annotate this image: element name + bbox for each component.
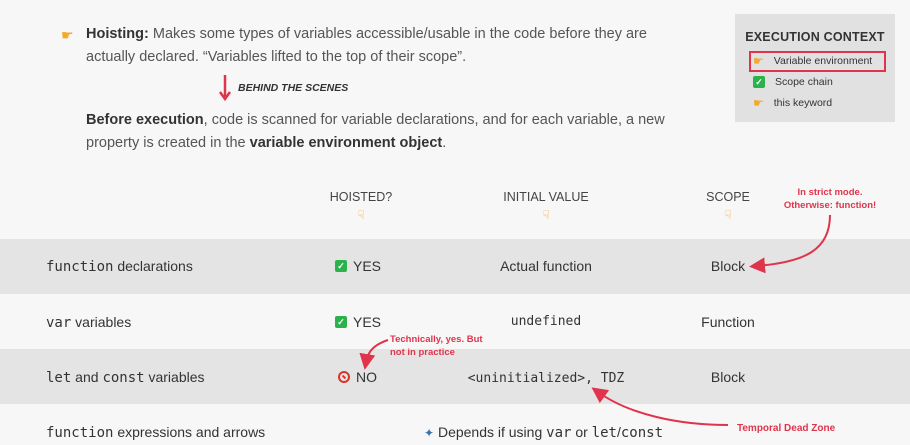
annotation-arrows <box>359 214 831 426</box>
technically-arrow <box>359 339 389 370</box>
tdz-arrow <box>591 387 729 426</box>
strict-mode-arrow <box>749 214 831 274</box>
